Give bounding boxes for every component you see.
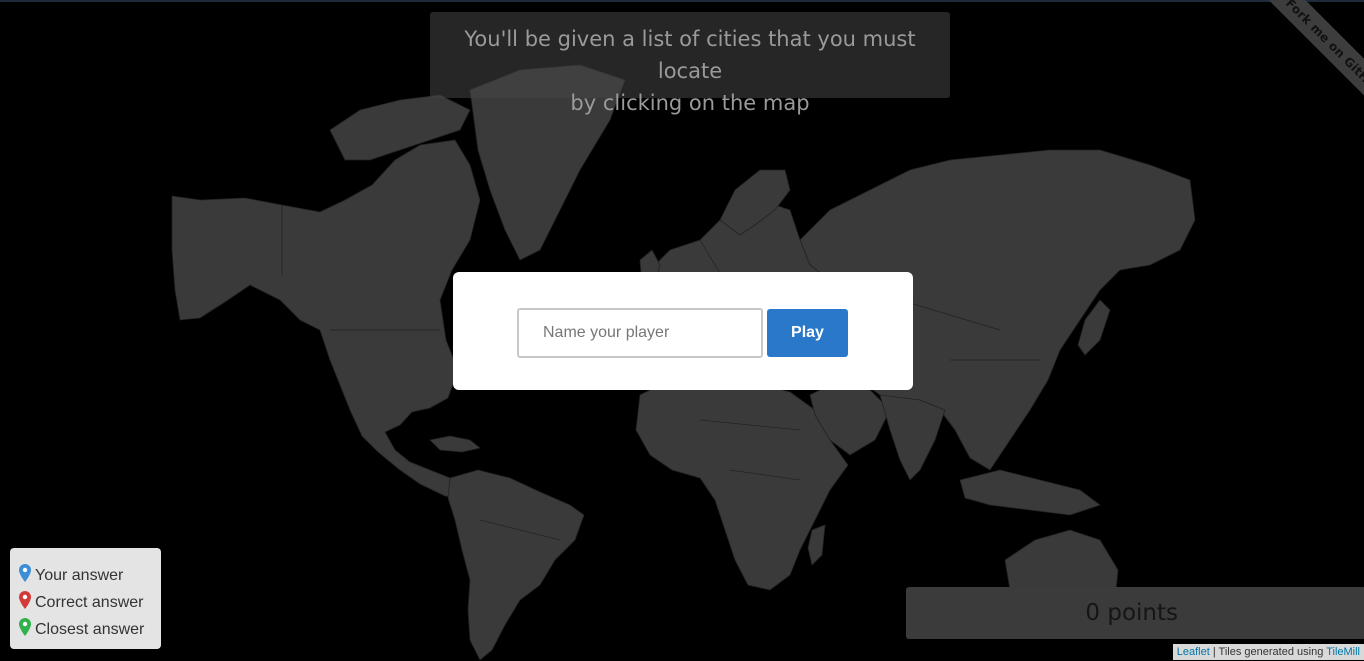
legend-item-closest-answer: Closest answer xyxy=(19,612,161,639)
fork-ribbon-container: Fork me on GitHub xyxy=(1224,0,1364,140)
legend-item-correct-answer: Correct answer xyxy=(19,585,161,612)
tilemill-link[interactable]: TileMill xyxy=(1326,646,1360,658)
map-marker-icon xyxy=(19,618,31,636)
leaflet-link[interactable]: Leaflet xyxy=(1177,646,1210,658)
south-america-land[interactable] xyxy=(447,469,585,661)
madagascar-land[interactable] xyxy=(807,524,826,566)
start-modal: Play xyxy=(453,272,913,390)
southeast-asia-islands-land[interactable] xyxy=(959,469,1101,516)
play-button[interactable]: Play xyxy=(767,309,848,357)
attribution-separator: | Tiles generated using xyxy=(1209,646,1327,658)
score-display: 0 points xyxy=(906,587,1364,639)
map-legend: Your answer Correct answer Closest answe… xyxy=(10,548,161,649)
fork-me-on-github-link[interactable]: Fork me on GitHub xyxy=(1254,0,1364,127)
instructions-line-2: by clicking on the map xyxy=(570,91,810,115)
instructions-panel: You'll be given a list of cities that yo… xyxy=(430,12,950,115)
legend-label: Your answer xyxy=(35,567,124,584)
game-stage: You'll be given a list of cities that yo… xyxy=(0,0,1364,661)
legend-label: Correct answer xyxy=(35,594,144,611)
india-land[interactable] xyxy=(879,394,946,481)
caribbean-land[interactable] xyxy=(429,435,481,453)
map-marker-icon xyxy=(19,591,31,609)
legend-item-your-answer: Your answer xyxy=(19,558,161,585)
legend-label: Closest answer xyxy=(35,621,145,638)
map-attribution: Leaflet | Tiles generated using TileMill xyxy=(1172,644,1364,660)
instructions-line-1: You'll be given a list of cities that yo… xyxy=(464,27,916,83)
player-name-input[interactable] xyxy=(517,308,763,358)
map-marker-icon xyxy=(19,564,31,582)
